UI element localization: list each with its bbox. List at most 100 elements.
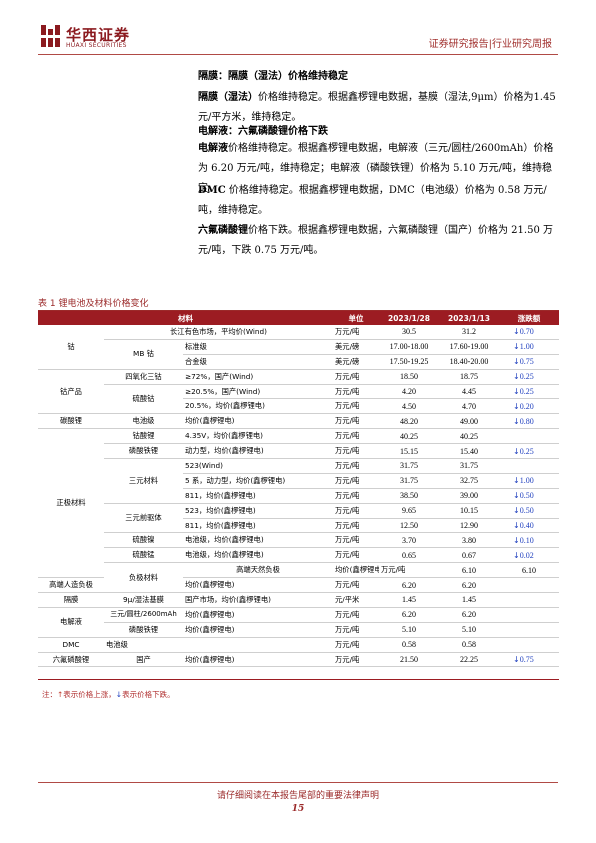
cell-value-previous: 10.15: [439, 503, 499, 519]
cell-value-previous: 22.25: [439, 652, 499, 668]
paragraph-lipf6-text: 价格下跌。根据鑫椤锂电数据，六氟磷酸锂（国产）价格为 21.50 万元/吨，下跌…: [198, 225, 553, 256]
down-arrow-icon: ↓: [513, 506, 520, 516]
down-arrow-icon: ↓: [513, 342, 520, 352]
cell-unit: 万元/吨: [333, 398, 379, 415]
cell-change: [499, 622, 559, 638]
cell-spec: 811，均价(鑫椤锂电): [183, 488, 333, 504]
table-row: 碳酸锂 电池级 均价(鑫椤锂电) 万元/吨 48.20 49.00 ↓0.80: [38, 413, 559, 430]
down-arrow-icon: ↓: [513, 535, 520, 545]
down-arrow-icon: ↓: [513, 521, 520, 531]
cell-item: 硫酸锰: [104, 547, 183, 564]
cell-change: ↓0.25: [499, 384, 559, 400]
page-number: 15: [291, 804, 305, 814]
cell-change: [499, 592, 559, 608]
cell-category: 电解液: [38, 607, 104, 638]
cell-value-current: 48.20: [379, 413, 439, 430]
cell-value-current: 6.20: [379, 577, 439, 594]
cell-change: ↓0.25: [499, 369, 559, 385]
cell-unit: 万元/吨: [333, 518, 379, 534]
table-row: 三元前驱体 523，均价(鑫椤锂电) 万元/吨 9.65 10.15 ↓0.50: [38, 503, 559, 534]
down-arrow-icon: ↓: [513, 327, 520, 337]
cell-change: ↓0.02: [499, 547, 559, 564]
change-value: 1.00: [519, 342, 534, 352]
cell-value-previous: 15.40: [439, 443, 499, 460]
cell-unit: 美元/磅: [333, 354, 379, 370]
cell-value-previous: 31.2: [439, 325, 499, 340]
down-arrow-icon: ↓: [513, 357, 520, 367]
table-row: 磷酸铁锂 均价(鑫椤锂电) 万元/吨 5.10 5.10: [38, 622, 559, 638]
table-row: 正极材料 钴酸锂 4.35V，均价(鑫椤锂电) 万元/吨 40.25 40.25: [38, 428, 559, 579]
cell-unit: 万元/吨: [333, 458, 379, 474]
cell-item: 硫酸钴: [104, 384, 183, 415]
cell-spec: 523，均价(鑫椤锂电): [183, 503, 333, 519]
note-up-text: 表示价格上涨，: [63, 690, 116, 699]
cell-unit: 万元/吨: [333, 577, 379, 594]
cell-spec: 5 系，动力型，均价(鑫椤锂电): [183, 473, 333, 489]
paragraph-lipf6: 六氟磷酸锂价格下跌。根据鑫椤锂电数据，六氟磷酸锂（国产）价格为 21.50 万元…: [198, 221, 560, 261]
cell-spec: 均价(鑫椤锂电): [183, 652, 333, 668]
cell-category: 六氟磷酸锂: [38, 652, 104, 668]
down-arrow-icon: ↓: [513, 401, 520, 411]
cell-item: 三元前驱体: [104, 503, 183, 534]
cell-value-current: 21.50: [379, 652, 439, 668]
cell-unit: 万元/吨: [379, 562, 439, 579]
cell-item: 钴酸锂: [104, 428, 183, 445]
change-value: 0.70: [519, 327, 534, 337]
cell-unit: 万元/吨: [333, 503, 379, 519]
cell-spec: 均价(鑫椤锂电): [183, 413, 333, 430]
cell-change: [499, 428, 559, 445]
cell-spec: 电池级，均价(鑫椤锂电): [183, 532, 333, 549]
cell-unit: 美元/磅: [333, 339, 379, 355]
cell-item: 四氧化三钴: [104, 369, 183, 385]
cell-value-previous: 12.90: [439, 518, 499, 534]
cell-item: 磷酸铁锂: [104, 443, 183, 460]
paragraph-dmc-lead: DMC: [198, 185, 226, 196]
cell-value-previous: 3.80: [439, 532, 499, 549]
cell-value-previous: 4.45: [439, 384, 499, 400]
cell-spec: 均价(鑫椤锂电): [183, 607, 333, 623]
table-row: 硫酸锰 电池级，均价(鑫椤锂电) 万元/吨 0.65 0.67 ↓0.02: [38, 547, 559, 564]
cell-value-current: 38.50: [379, 488, 439, 504]
cell-item: 9μ/湿法基膜: [104, 592, 183, 608]
cell-spec: 电池级，均价(鑫椤锂电): [183, 547, 333, 564]
change-value: 0.75: [519, 655, 534, 665]
cell-spec: [183, 637, 333, 653]
cell-value-current: 0.58: [379, 637, 439, 653]
table-row: 磷酸铁锂 动力型，均价(鑫椤锂电) 万元/吨 15.15 15.40 ↓0.25: [38, 443, 559, 460]
cell-change: ↓0.70: [499, 325, 559, 340]
down-arrow-icon: ↓: [513, 550, 520, 560]
col-header-change: 涨跌额: [499, 311, 559, 325]
cell-spec: 合金级: [183, 354, 333, 370]
cell-value-previous: 18.40-20.00: [439, 354, 499, 370]
section-heading-separator: 隔膜：隔膜（湿法）价格维持稳定: [198, 71, 348, 82]
cell-value-current: 4.20: [379, 384, 439, 400]
cell-item: 三元/圆柱/2600mAh: [104, 607, 183, 623]
cell-value-current: 17.00-18.00: [379, 339, 439, 355]
cell-value-current: 15.15: [379, 443, 439, 460]
cell-item: 三元材料: [104, 458, 183, 504]
change-value: 0.25: [519, 387, 534, 396]
cell-spec: 国产市场，均价(鑫椤锂电): [183, 592, 333, 608]
cell-value-current: 9.65: [379, 503, 439, 519]
cell-spec: 20.5%，均价(鑫椤锂电): [183, 398, 333, 415]
cell-category: 隔膜: [38, 592, 104, 608]
table-row: 负极材料高端天然负极均价(鑫椤锂电)万元/吨6.106.10: [38, 562, 559, 594]
cell-item: 电池级: [104, 413, 183, 430]
change-value: 0.25: [519, 372, 534, 382]
cell-category: 钴产品: [38, 369, 104, 415]
change-value: 0.80: [519, 416, 534, 426]
logo-text-en: HUAXI SECURITIES: [66, 42, 127, 49]
cell-change: [499, 577, 559, 594]
down-arrow-icon: ↓: [513, 655, 520, 665]
report-type: 证券研究报告|行业研究周报: [428, 39, 552, 50]
cell-item: 高端天然负极: [183, 562, 333, 579]
paragraph-dmc-text: 价格维持稳定。根据鑫椤锂电数据，DMC（电池级）价格为 0.58 万元/吨，维持…: [198, 185, 547, 216]
cell-unit: 万元/吨: [333, 547, 379, 564]
cell-category: 碳酸锂: [38, 413, 104, 430]
cell-item: 高端人造负极: [38, 577, 104, 594]
cell-change: [499, 637, 559, 653]
cell-value-current: 4.50: [379, 398, 439, 415]
cell-unit: 万元/吨: [333, 652, 379, 668]
cell-unit: 万元/吨: [333, 413, 379, 430]
col-header-date2: 2023/1/13: [439, 311, 499, 325]
